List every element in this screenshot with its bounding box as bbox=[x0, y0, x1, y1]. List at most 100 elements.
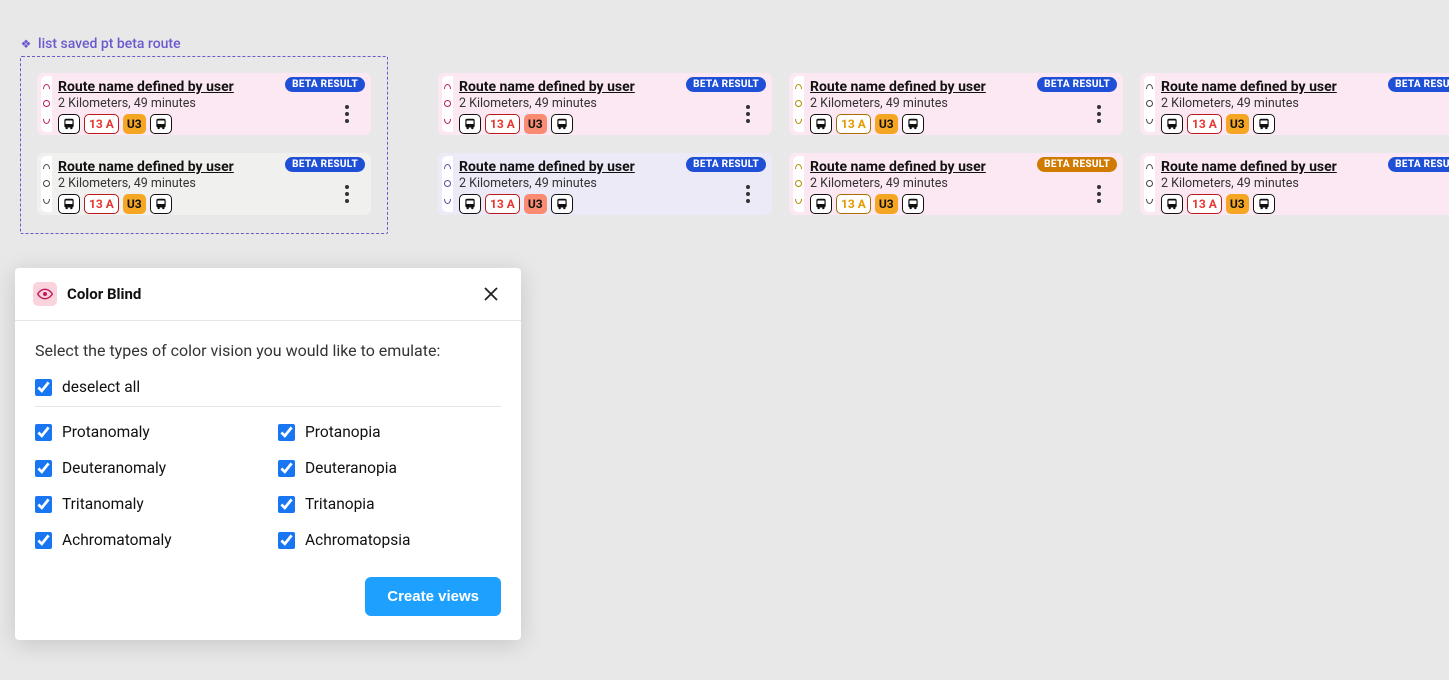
option-label: Achromatomaly bbox=[62, 531, 172, 549]
route-card[interactable]: Route name defined by user 2 Kilometers,… bbox=[37, 73, 371, 135]
route-subtitle: 2 Kilometers, 49 minutes bbox=[1161, 176, 1449, 191]
route-subtitle: 2 Kilometers, 49 minutes bbox=[1161, 96, 1449, 111]
color-vision-option[interactable]: Tritanomaly bbox=[35, 495, 258, 513]
route-stripe bbox=[442, 76, 453, 132]
bus-icon bbox=[150, 194, 172, 214]
diamond-icon: ❖ bbox=[20, 38, 32, 50]
bus-icon bbox=[902, 114, 924, 134]
color-vision-option[interactable]: Achromatopsia bbox=[278, 531, 501, 549]
u3-chip: U3 bbox=[875, 114, 898, 134]
color-vision-option[interactable]: Deuteranopia bbox=[278, 459, 501, 477]
modal-title: Color Blind bbox=[67, 285, 141, 303]
line-13-chip: 13 A bbox=[836, 194, 871, 214]
line-13-chip: 13 A bbox=[485, 114, 520, 134]
u3-chip: U3 bbox=[524, 114, 547, 134]
route-card[interactable]: Route name defined by user 2 Kilometers,… bbox=[438, 73, 772, 135]
eye-icon bbox=[33, 282, 57, 306]
bus-icon bbox=[459, 194, 481, 214]
route-subtitle: 2 Kilometers, 49 minutes bbox=[459, 176, 770, 191]
route-chips: 13 A U3 bbox=[58, 194, 369, 214]
option-label: Deuteranomaly bbox=[62, 459, 166, 477]
option-label: Protanomaly bbox=[62, 423, 150, 441]
option-checkbox[interactable] bbox=[278, 424, 295, 441]
create-views-button[interactable]: Create views bbox=[365, 577, 501, 616]
route-stripe bbox=[793, 156, 804, 212]
option-checkbox[interactable] bbox=[35, 532, 52, 549]
u3-chip: U3 bbox=[1226, 194, 1249, 214]
bus-icon bbox=[810, 194, 832, 214]
close-button[interactable] bbox=[479, 282, 503, 306]
option-label: Tritanomaly bbox=[62, 495, 144, 513]
color-blind-modal: Color Blind Select the types of color vi… bbox=[15, 268, 521, 640]
route-chips: 13 A U3 bbox=[1161, 194, 1449, 214]
bus-icon bbox=[551, 114, 573, 134]
more-menu-button[interactable] bbox=[337, 99, 357, 129]
color-vision-option[interactable]: Tritanopia bbox=[278, 495, 501, 513]
route-stripe bbox=[41, 156, 52, 212]
option-label: Tritanopia bbox=[305, 495, 375, 513]
beta-badge: BETA RESULT bbox=[1037, 77, 1117, 92]
more-menu-button[interactable] bbox=[738, 99, 758, 129]
bus-icon bbox=[810, 114, 832, 134]
route-card[interactable]: Route name defined by user 2 Kilometers,… bbox=[1140, 73, 1449, 135]
color-vision-option[interactable]: Protanopia bbox=[278, 423, 501, 441]
selection-label: ❖ list saved pt beta route bbox=[20, 36, 181, 52]
option-checkbox[interactable] bbox=[278, 532, 295, 549]
u3-chip: U3 bbox=[1226, 114, 1249, 134]
bus-icon bbox=[58, 114, 80, 134]
route-stripe bbox=[41, 76, 52, 132]
bus-icon bbox=[1253, 114, 1275, 134]
beta-badge: BETA RESULT bbox=[1388, 157, 1449, 172]
more-menu-button[interactable] bbox=[1089, 179, 1109, 209]
option-checkbox[interactable] bbox=[278, 460, 295, 477]
route-subtitle: 2 Kilometers, 49 minutes bbox=[58, 96, 369, 111]
more-menu-button[interactable] bbox=[337, 179, 357, 209]
bus-icon bbox=[1253, 194, 1275, 214]
option-checkbox[interactable] bbox=[35, 460, 52, 477]
route-card[interactable]: Route name defined by user 2 Kilometers,… bbox=[438, 153, 772, 215]
beta-badge: BETA RESULT bbox=[285, 77, 365, 92]
color-vision-option[interactable]: Deuteranomaly bbox=[35, 459, 258, 477]
modal-divider bbox=[35, 406, 501, 407]
beta-badge: BETA RESULT bbox=[1388, 77, 1449, 92]
option-checkbox[interactable] bbox=[278, 496, 295, 513]
route-card[interactable]: Route name defined by user 2 Kilometers,… bbox=[1140, 153, 1449, 215]
bus-icon bbox=[1161, 194, 1183, 214]
bus-icon bbox=[58, 194, 80, 214]
route-chips: 13 A U3 bbox=[810, 114, 1121, 134]
deselect-all-label: deselect all bbox=[62, 378, 140, 396]
u3-chip: U3 bbox=[875, 194, 898, 214]
route-stripe bbox=[1144, 76, 1155, 132]
bus-icon bbox=[551, 194, 573, 214]
beta-badge: BETA RESULT bbox=[686, 157, 766, 172]
more-menu-button[interactable] bbox=[738, 179, 758, 209]
color-vision-option[interactable]: Achromatomaly bbox=[35, 531, 258, 549]
u3-chip: U3 bbox=[123, 194, 146, 214]
selection-label-text: list saved pt beta route bbox=[38, 36, 181, 52]
route-chips: 13 A U3 bbox=[810, 194, 1121, 214]
route-subtitle: 2 Kilometers, 49 minutes bbox=[58, 176, 369, 191]
more-menu-button[interactable] bbox=[1089, 99, 1109, 129]
option-label: Protanopia bbox=[305, 423, 381, 441]
route-chips: 13 A U3 bbox=[459, 194, 770, 214]
option-checkbox[interactable] bbox=[35, 424, 52, 441]
u3-chip: U3 bbox=[524, 194, 547, 214]
bus-icon bbox=[1161, 114, 1183, 134]
route-subtitle: 2 Kilometers, 49 minutes bbox=[810, 96, 1121, 111]
route-card[interactable]: Route name defined by user 2 Kilometers,… bbox=[789, 73, 1123, 135]
line-13-chip: 13 A bbox=[836, 114, 871, 134]
deselect-all-row[interactable]: deselect all bbox=[35, 378, 501, 396]
line-13-chip: 13 A bbox=[84, 114, 119, 134]
bus-icon bbox=[150, 114, 172, 134]
route-chips: 13 A U3 bbox=[1161, 114, 1449, 134]
deselect-all-checkbox[interactable] bbox=[35, 379, 52, 396]
route-card[interactable]: Route name defined by user 2 Kilometers,… bbox=[37, 153, 371, 215]
route-subtitle: 2 Kilometers, 49 minutes bbox=[810, 176, 1121, 191]
bus-icon bbox=[902, 194, 924, 214]
line-13-chip: 13 A bbox=[1187, 114, 1222, 134]
route-chips: 13 A U3 bbox=[58, 114, 369, 134]
option-checkbox[interactable] bbox=[35, 496, 52, 513]
color-vision-option[interactable]: Protanomaly bbox=[35, 423, 258, 441]
line-13-chip: 13 A bbox=[485, 194, 520, 214]
route-card[interactable]: Route name defined by user 2 Kilometers,… bbox=[789, 153, 1123, 215]
